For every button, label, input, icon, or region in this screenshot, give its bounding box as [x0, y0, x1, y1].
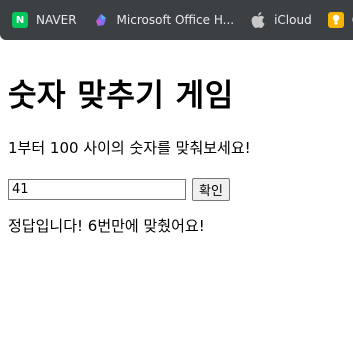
bookmark-naver[interactable]: N NAVER — [12, 12, 77, 28]
bookmarks-bar: N NAVER Microsoft Office H... iCloud Go — [0, 0, 353, 40]
result-message: 정답입니다! 6번만에 맞췄어요! — [8, 217, 205, 235]
page-title: 숫자 맞추기 게임 — [8, 78, 234, 114]
google-keep-icon — [327, 12, 344, 28]
confirm-button[interactable]: 확인 — [192, 178, 230, 201]
bookmark-microsoft-office[interactable]: Microsoft Office H... — [93, 12, 235, 28]
game-content: 숫자 맞추기 게임 1부터 100 사이의 숫자를 맞춰보세요! 확인 정답입니… — [8, 40, 348, 236]
apple-icon — [250, 12, 266, 28]
bookmark-label: iCloud — [274, 13, 312, 27]
naver-icon: N — [12, 12, 28, 28]
guess-input[interactable] — [8, 179, 186, 200]
bookmark-label: NAVER — [36, 13, 77, 27]
bookmark-label: Microsoft Office H... — [116, 13, 235, 27]
instruction-text: 1부터 100 사이의 숫자를 맞춰보세요! — [8, 139, 251, 157]
microsoft-office-icon — [93, 12, 109, 28]
bookmark-icloud[interactable]: iCloud — [250, 12, 312, 28]
bookmark-google-keep[interactable]: Go — [327, 12, 353, 28]
guess-form: 확인 — [8, 178, 348, 201]
